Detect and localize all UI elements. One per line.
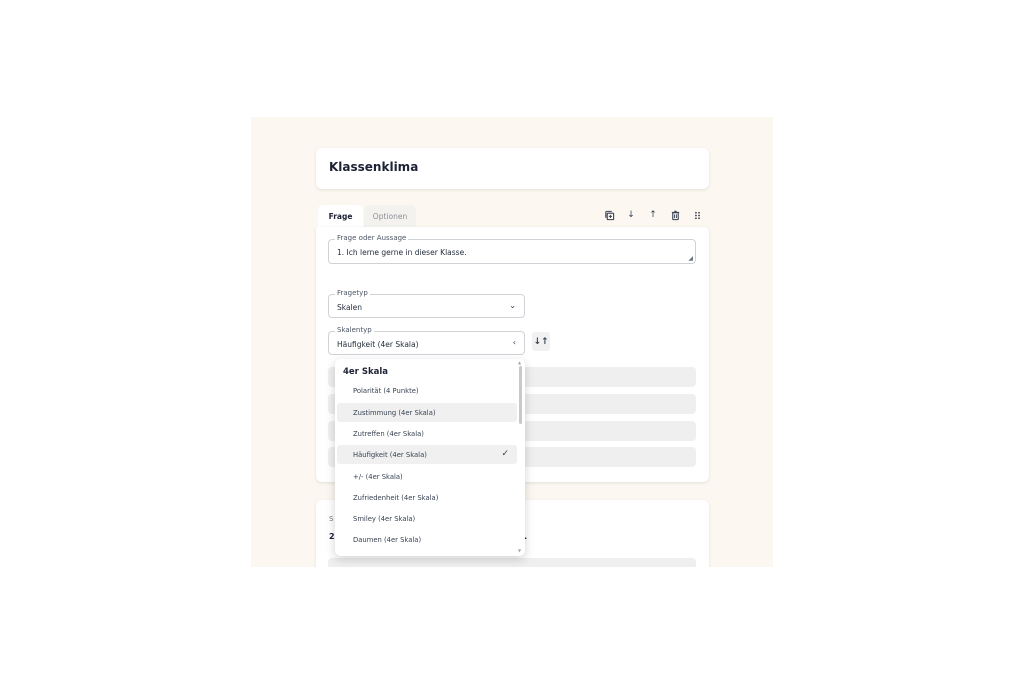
dropdown-option[interactable]: Zustimmung (4er Skala) [337,403,517,422]
dropdown-option-label: Häufigkeit (4er Skala) [353,450,427,459]
fragetyp-value: Skalen [337,303,363,312]
trash-icon[interactable] [666,206,684,224]
dropdown-option[interactable]: Daumen (4er Skala) [337,530,517,549]
tab-frage[interactable]: Frage [318,205,363,227]
resize-handle-icon[interactable]: ◢ [688,255,693,262]
scroll-down-icon[interactable]: ▼ [518,548,521,553]
skalentyp-select[interactable]: Skalentyp Häufigkeit (4er Skala) ‹ [328,326,525,355]
dropdown-option[interactable]: Zutreffen (4er Skala) [337,424,517,443]
survey-title-card: Klassenklima [316,148,709,189]
survey-title[interactable]: Klassenklima [329,160,418,174]
duplicate-icon[interactable] [600,206,618,224]
dropdown-option[interactable]: Polarität (4 Punkte) [337,381,517,400]
fragetyp-label: Fragetyp [335,289,370,297]
second-question-number: 2 [329,532,335,541]
fragetyp-select[interactable]: Fragetyp Skalen ⌄ [328,289,525,318]
dropdown-option[interactable]: Zufriedenheit (4er Skala) [337,488,517,507]
dropdown-group-label: 4er Skala [343,367,388,377]
second-question-label: S [329,515,334,523]
skalentyp-value: Häufigkeit (4er Skala) [337,340,419,349]
dropdown-option-selected[interactable]: Häufigkeit (4er Skala) ✓ [337,445,517,464]
scroll-up-icon[interactable]: ▲ [518,360,521,365]
arrow-up-icon[interactable]: ↑ [644,206,662,224]
check-icon: ✓ [501,449,509,459]
skalentyp-label: Skalentyp [335,326,374,334]
question-text-label: Frage oder Aussage [335,234,409,242]
tab-optionen[interactable]: Optionen [364,205,416,227]
skalentyp-dropdown-menu: 4er Skala Polarität (4 Punkte) Zustimmun… [335,359,525,556]
dropdown-option[interactable]: +/- (4er Skala) [337,467,517,486]
question-text-field[interactable]: Frage oder Aussage 1. Ich lerne gerne in… [328,234,696,264]
drag-handle-icon[interactable] [688,206,706,224]
chevron-left-icon: ‹ [512,338,516,347]
answer-option-row[interactable] [328,558,696,567]
chevron-down-icon: ⌄ [509,301,516,310]
dropdown-option[interactable]: Smiley (4er Skala) [337,509,517,528]
arrow-down-icon[interactable]: ↓ [622,206,640,224]
question-text-value[interactable]: 1. Ich lerne gerne in dieser Klasse. [337,248,467,257]
dropdown-scrollbar[interactable] [519,366,522,424]
sort-order-button[interactable]: ↓↑ [532,332,550,351]
question-toolbar: ↓ ↑ [600,206,706,224]
